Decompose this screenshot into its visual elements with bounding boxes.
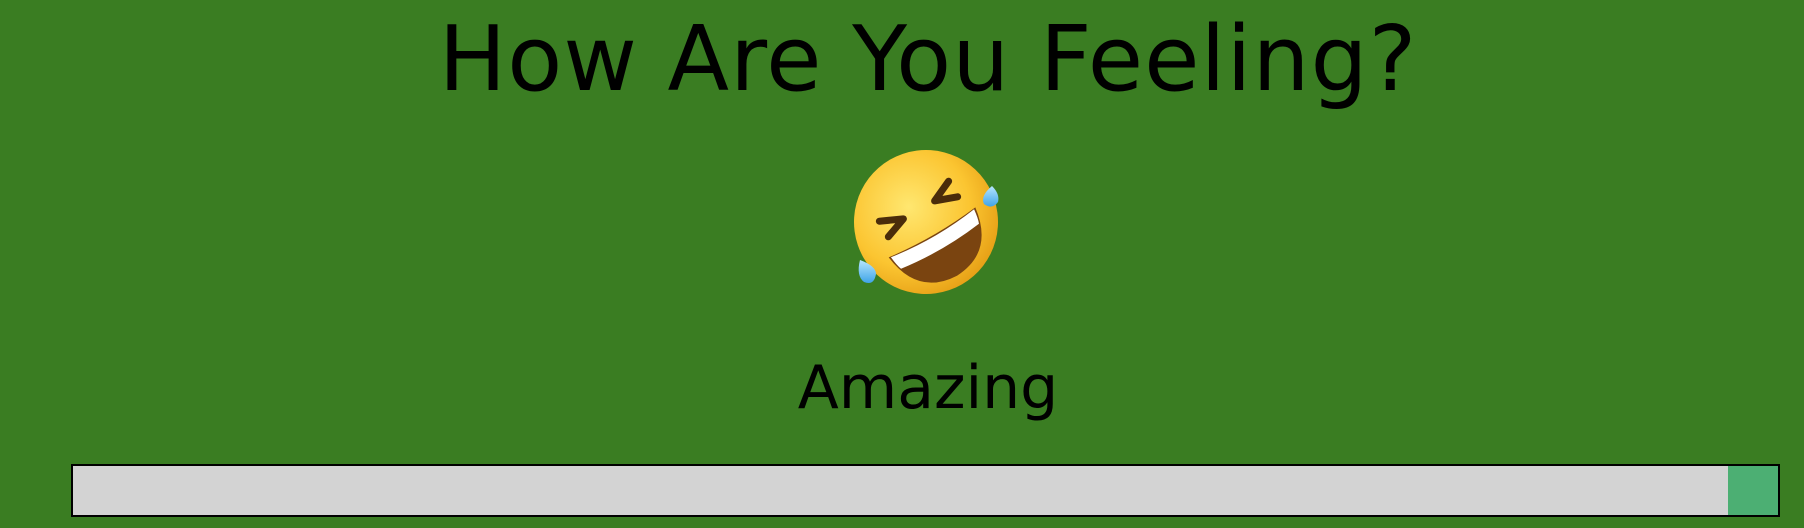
page-title: How Are You Feeling? [438, 7, 1418, 112]
rofl-emoji-icon [846, 142, 1006, 302]
rofl-emoji-graphic [854, 150, 999, 294]
slider-thumb[interactable] [1728, 466, 1778, 515]
mood-label: Amazing [797, 353, 1059, 423]
mood-slider[interactable] [71, 464, 1780, 517]
